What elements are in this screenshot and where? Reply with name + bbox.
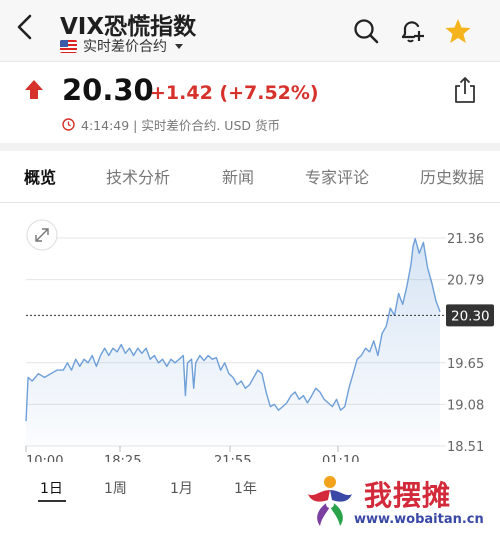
y-tick-label: 19.65 — [447, 357, 484, 372]
tab-expert[interactable]: 专家评论 — [305, 164, 369, 188]
watermark-logo-icon — [308, 476, 352, 526]
quote-time-row: 4:14:49 | 实时差价合约. USD 货币 — [62, 115, 280, 134]
range-1y[interactable]: 1年 — [234, 478, 257, 498]
back-icon[interactable] — [12, 10, 38, 44]
instrument-type-selector[interactable]: 实时差价合约 — [60, 36, 183, 56]
search-icon[interactable] — [352, 17, 380, 45]
y-tick-label: 19.08 — [447, 398, 484, 413]
current-price-label: 20.30 — [451, 308, 490, 324]
y-tick-label: 21.36 — [447, 232, 484, 247]
range-1w[interactable]: 1周 — [104, 478, 127, 498]
watermark-url: www.wobaitan.cn — [354, 512, 484, 527]
y-tick-label: 20.79 — [447, 274, 484, 289]
range-1d[interactable]: 1日 — [40, 478, 63, 498]
series-area — [26, 238, 440, 446]
star-icon[interactable] — [444, 17, 472, 45]
tab-news[interactable]: 新闻 — [222, 164, 254, 188]
tab-overview[interactable]: 概览 — [24, 164, 56, 188]
y-tick-label: 18.51 — [447, 440, 484, 455]
x-tick-label: 10:00 — [26, 454, 63, 462]
quote-summary: 20.30 +1.42 (+7.52%) 4:14:49 | 实时差价合约. U… — [0, 63, 500, 143]
range-active-indicator — [38, 500, 66, 502]
flag-us-icon — [60, 39, 77, 53]
tab-technical[interactable]: 技术分析 — [106, 164, 170, 188]
section-tabs: 概览 技术分析 新闻 专家评论 历史数据 — [0, 151, 500, 203]
x-tick-label: 18:25 — [104, 454, 141, 462]
range-1m[interactable]: 1月 — [170, 478, 193, 498]
price-chart[interactable]: 21.36 20.79 19.65 19.08 18.51 10:00 18:25 21:55… — [0, 204, 500, 462]
share-icon[interactable] — [452, 75, 478, 105]
instrument-type-label: 实时差价合约 — [83, 39, 167, 55]
up-arrow-icon — [25, 80, 43, 99]
x-tick-label: 21:55 — [214, 454, 251, 462]
quote-time-text: 4:14:49 | 实时差价合约. USD 货币 — [81, 118, 280, 133]
x-tick-label: 01:10 — [322, 454, 359, 462]
bell-plus-icon[interactable] — [398, 17, 426, 45]
watermark: 我摆摊 www.wobaitan.cn — [300, 470, 500, 538]
last-price: 20.30 — [62, 73, 154, 107]
clock-icon — [62, 118, 75, 131]
tab-history[interactable]: 历史数据 — [420, 164, 484, 188]
price-chart-svg[interactable]: 21.36 20.79 19.65 19.08 18.51 10:00 18:25 21:55… — [0, 204, 500, 462]
watermark-text: 我摆摊 — [364, 479, 452, 512]
section-divider — [0, 143, 500, 151]
chevron-down-icon — [175, 43, 183, 49]
price-change: +1.42 (+7.52%) — [150, 82, 319, 104]
app-header: VIX恐慌指数 实时差价合约 — [0, 0, 500, 62]
